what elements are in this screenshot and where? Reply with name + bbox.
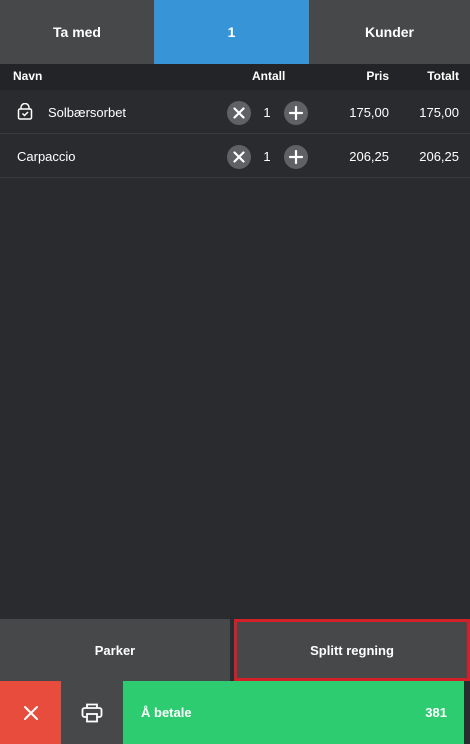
item-quantity: 1 — [263, 149, 271, 164]
close-icon — [23, 705, 38, 720]
order-tabs: Ta med 1 Kunder — [0, 0, 470, 64]
tab-take-away[interactable]: Ta med — [0, 0, 154, 64]
item-price: 206,25 — [349, 149, 389, 164]
printer-icon — [81, 703, 103, 722]
cancel-order-button[interactable] — [0, 681, 61, 744]
tab-table-number[interactable]: 1 — [154, 0, 309, 64]
remove-item-button[interactable] — [227, 101, 251, 125]
print-button[interactable] — [61, 681, 123, 744]
plus-icon — [289, 106, 303, 120]
tab-customers[interactable]: Kunder — [309, 0, 470, 64]
close-icon — [233, 107, 245, 119]
split-bill-button-label: Splitt regning — [310, 642, 394, 658]
order-actions: Parker Splitt regning — [0, 619, 470, 681]
header-total: Totalt — [427, 69, 459, 83]
item-total: 175,00 — [419, 105, 459, 120]
payment-bar: Å betale 381 — [0, 681, 470, 744]
pay-amount: 381 — [425, 705, 447, 720]
item-name: Carpaccio — [17, 149, 76, 164]
header-quantity: Antall — [252, 69, 286, 83]
park-button-label: Parker — [94, 642, 136, 658]
tab-customers-label: Kunder — [365, 24, 414, 40]
item-quantity: 1 — [263, 105, 271, 120]
increase-quantity-button[interactable] — [284, 145, 308, 169]
split-bill-button[interactable]: Splitt regning — [234, 619, 470, 681]
plus-icon — [289, 150, 303, 164]
header-price: Pris — [366, 69, 389, 83]
table-row[interactable]: Carpaccio 1 206,25 206,25 — [0, 134, 470, 178]
table-header: Navn Antall Pris Totalt — [0, 64, 470, 90]
table-row[interactable]: Solbærsorbet 1 175,00 175,00 — [0, 90, 470, 134]
item-name: Solbærsorbet — [48, 105, 127, 120]
item-price: 175,00 — [349, 105, 389, 120]
tab-take-away-label: Ta med — [53, 24, 101, 40]
increase-quantity-button[interactable] — [284, 101, 308, 125]
takeaway-bag-icon — [17, 103, 33, 120]
item-total: 206,25 — [419, 149, 459, 164]
header-name: Navn — [13, 69, 43, 83]
order-lines: Solbærsorbet 1 175,00 175,00 Carpaccio 1… — [0, 90, 470, 178]
tab-table-number-label: 1 — [227, 24, 236, 40]
park-button[interactable]: Parker — [0, 619, 230, 681]
close-icon — [233, 151, 245, 163]
pay-button[interactable]: Å betale 381 — [123, 681, 464, 744]
remove-item-button[interactable] — [227, 145, 251, 169]
pay-label: Å betale — [141, 705, 192, 720]
